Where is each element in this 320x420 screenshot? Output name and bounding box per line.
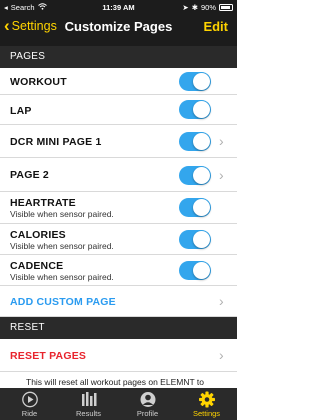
page-row-heartrate: HEARTRATE Visible when sensor paired. [0,192,237,224]
page-label: DCR MINI PAGE 1 [10,136,102,148]
top-header: ◂ Search 11:39 AM ➤ ✱ 90% ‹ Settings Cus… [0,0,237,46]
status-right: ➤ ✱ 90% [182,3,233,12]
section-header-pages: PAGES [0,46,237,68]
page-sublabel: Visible when sensor paired. [10,209,114,219]
page-sublabel: Visible when sensor paired. [10,272,114,282]
dcr-mini-page-1-toggle[interactable] [179,132,211,151]
battery-icon [219,4,233,11]
page-row-workout: WORKOUT [0,68,237,95]
page-label: LAP [10,105,32,117]
page-title: Customize Pages [64,19,173,34]
tab-label: Results [75,409,101,418]
tab-bar: Ride Results Profile Settings [0,388,237,420]
page-row-cadence: CADENCE Visible when sensor paired. [0,255,237,286]
page-label: HEARTRATE [10,197,76,209]
page-label: WORKOUT [10,76,67,88]
page-row-calories: CALORIES Visible when sensor paired. [0,224,237,255]
tab-results[interactable]: Results [59,388,118,420]
reset-pages-row[interactable]: RESET PAGES › [0,339,237,372]
tab-label: Settings [192,409,221,418]
battery-percent: 90% [200,3,216,12]
add-custom-page-label: ADD CUSTOM PAGE [10,296,116,308]
reset-pages-label: RESET PAGES [10,350,87,362]
page-label: CADENCE [10,260,64,272]
page-sublabel: Visible when sensor paired. [10,241,114,251]
results-bars-icon [80,391,98,408]
edit-button[interactable]: Edit [203,19,228,34]
page-label: PAGE 2 [10,169,49,181]
bluetooth-icon: ✱ [191,3,198,12]
heartrate-toggle[interactable] [179,198,211,217]
settings-gear-icon [198,391,216,408]
chevron-right-icon: › [219,293,224,309]
profile-person-icon [139,391,157,408]
nav-bar: ‹ Settings Customize Pages Edit [0,15,237,41]
tab-profile[interactable]: Profile [118,388,177,420]
page-row-lap: LAP [0,95,237,125]
lap-toggle[interactable] [179,100,211,119]
page-row-dcr-mini-page-1[interactable]: DCR MINI PAGE 1 › [0,125,237,158]
chevron-right-icon: › [219,167,224,183]
status-bar: ◂ Search 11:39 AM ➤ ✱ 90% [0,0,237,15]
tab-settings[interactable]: Settings [177,388,236,420]
tab-label: Profile [136,409,159,418]
calories-toggle[interactable] [179,230,211,249]
page-row-page-2[interactable]: PAGE 2 › [0,158,237,192]
page-label: CALORIES [10,229,66,241]
add-custom-page-row[interactable]: ADD CUSTOM PAGE › [0,286,237,317]
page-2-toggle[interactable] [179,166,211,185]
chevron-right-icon: › [219,347,224,363]
ride-play-icon [21,391,39,408]
section-header-reset: RESET [0,317,237,339]
tab-ride[interactable]: Ride [0,388,59,420]
chevron-right-icon: › [219,133,224,149]
cadence-toggle[interactable] [179,261,211,280]
workout-toggle[interactable] [179,72,211,91]
tab-label: Ride [21,409,38,418]
location-arrow-icon: ➤ [182,3,189,12]
